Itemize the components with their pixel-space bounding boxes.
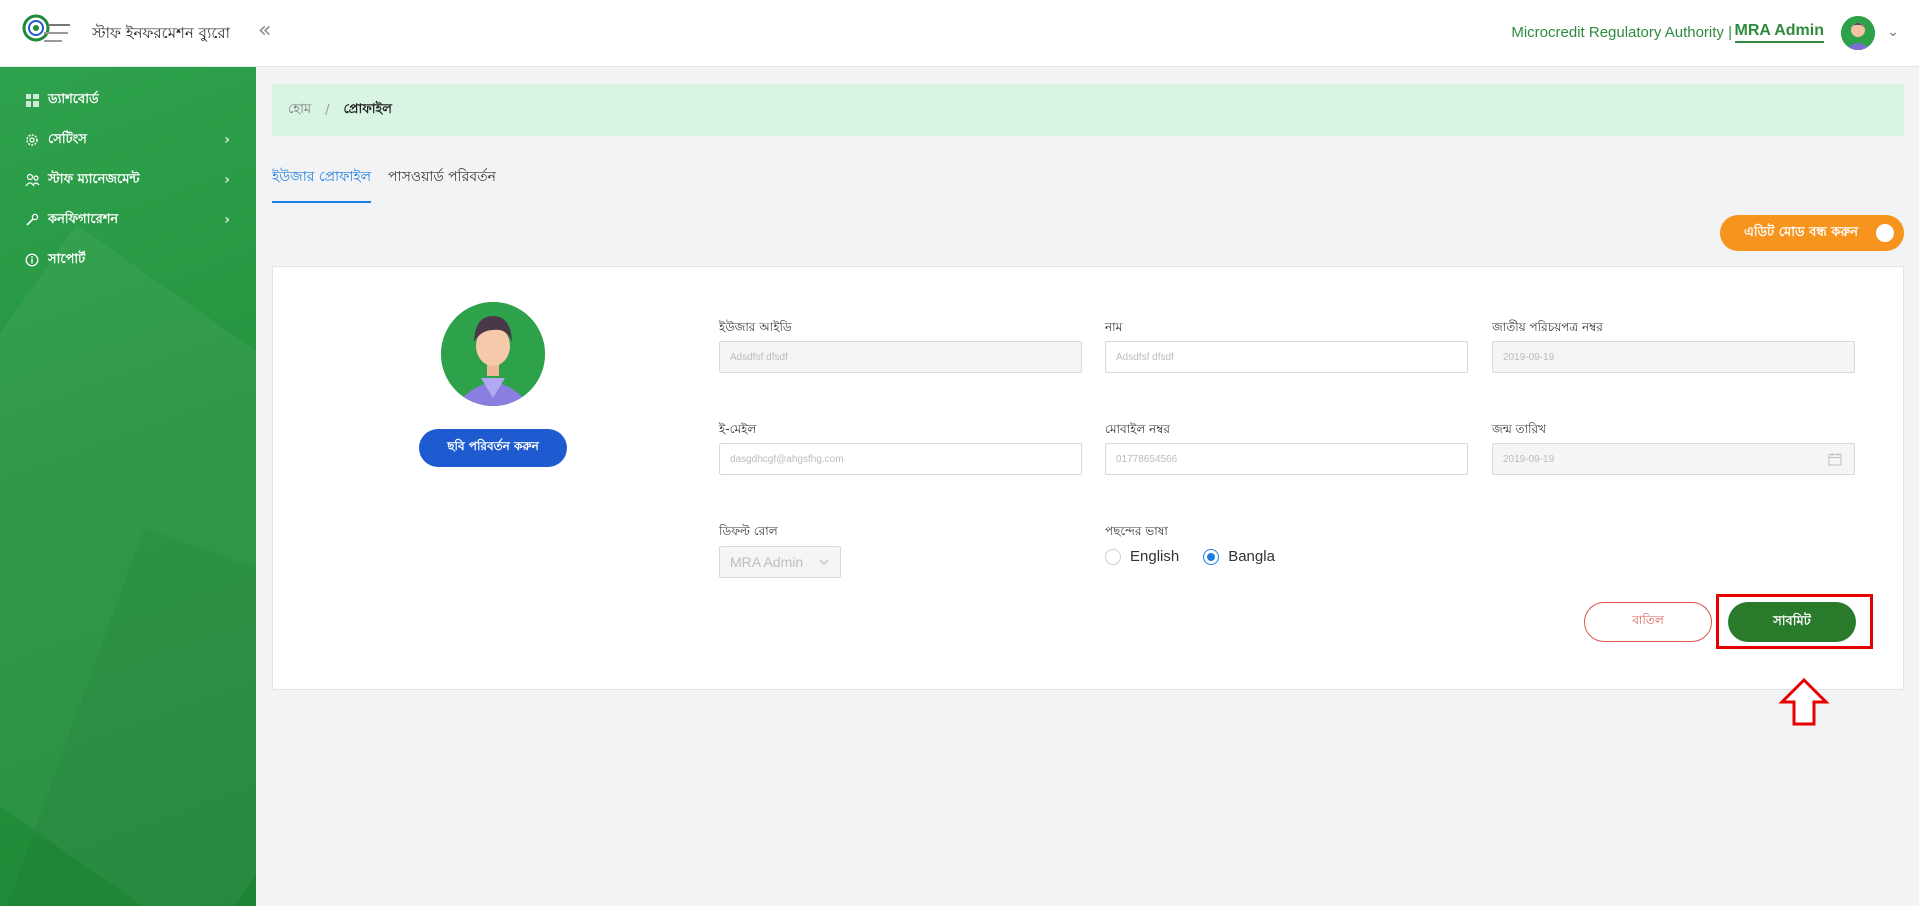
tab-change-password[interactable]: পাসওয়ার্ড পরিবর্তন: [388, 165, 496, 201]
profile-avatar: [441, 302, 545, 406]
mobile-field[interactable]: 01778654566: [1105, 443, 1468, 475]
tab-user-profile[interactable]: ইউজার প্রোফাইল: [272, 165, 372, 203]
nid-label: জাতীয় পরিচয়পত্র নম্বর: [1492, 320, 1603, 334]
submit-button[interactable]: সাবমিট: [1728, 602, 1856, 642]
top-header: স্টাফ ইনফরমেশন ব্যুরো « Microcredit Regu…: [0, 0, 1919, 67]
sidebar-item-label: কনফিগারেশন: [48, 211, 119, 227]
sidebar-item-dashboard[interactable]: ড্যাশবোর্ড: [0, 80, 256, 120]
calendar-icon: [1828, 452, 1842, 469]
name-label: নাম: [1105, 320, 1123, 334]
wrench-icon: [24, 212, 40, 228]
radio-checked: [1203, 548, 1220, 565]
email-field[interactable]: dasgdhcgf@ahgsfhg.com: [719, 443, 1082, 475]
email-value: dasgdhcgf@ahgsfhg.com: [730, 453, 844, 465]
breadcrumb: হোম / প্রোফাইল: [272, 84, 1904, 136]
language-option-english[interactable]: English: [1105, 548, 1179, 565]
mobile-value: 01778654566: [1116, 453, 1178, 465]
user-name-link[interactable]: MRA Admin: [1734, 22, 1824, 43]
avatar[interactable]: [1841, 16, 1875, 50]
sidebar-item-settings[interactable]: সেটিংস ›: [0, 120, 256, 160]
dashboard-icon: [24, 92, 40, 108]
profile-card: ছবি পরিবর্তন করুন ইউজার আইডি Adsdfsf dfs…: [272, 266, 1904, 690]
radio-unchecked: [1105, 548, 1121, 565]
sidebar-item-staff-management[interactable]: স্টাফ ম্যানেজমেন্ট ›: [0, 160, 256, 200]
chevron-right-icon: ›: [224, 132, 230, 148]
sidebar-item-label: স্টাফ ম্যানেজমেন্ট: [48, 171, 140, 187]
chevron-right-icon: ›: [224, 172, 230, 188]
language-option-bangla[interactable]: Bangla: [1203, 548, 1275, 565]
chevron-right-icon: ›: [224, 212, 230, 228]
name-field[interactable]: Adsdfsf dfsdf: [1105, 341, 1468, 373]
sidebar-item-label: ড্যাশবোর্ড: [48, 91, 99, 107]
sidebar-item-configuration[interactable]: কনফিগারেশন ›: [0, 200, 256, 240]
default-role-value: MRA Admin: [730, 554, 804, 570]
nid-value: 2019-09-19: [1503, 351, 1555, 363]
dob-value: 2019-09-19: [1503, 453, 1555, 465]
double-chevron-left-icon[interactable]: «: [258, 18, 271, 43]
mobile-label: মোবাইল নম্বর: [1105, 422, 1171, 436]
user-id-value: Adsdfsf dfsdf: [730, 351, 788, 363]
cancel-button[interactable]: বাতিল: [1584, 602, 1712, 642]
default-role-label: ডিফল্ট রোল: [719, 524, 778, 538]
change-photo-button[interactable]: ছবি পরিবর্তন করুন: [419, 429, 567, 467]
sidebar-item-label: সাপোর্ট: [48, 251, 86, 267]
organization-name: Microcredit Regulatory Authority |: [1511, 24, 1732, 41]
name-value: Adsdfsf dfsdf: [1116, 351, 1174, 363]
email-label: ই-মেইল: [719, 422, 757, 436]
info-icon: [24, 252, 40, 268]
user-id-field: Adsdfsf dfsdf: [719, 341, 1082, 373]
sidebar: ড্যাশবোর্ড সেটিংস › স্টাফ ম্যানেজমেন্ট ›…: [0, 67, 256, 906]
toggle-knob: [1876, 224, 1894, 242]
up-arrow-icon: [1778, 677, 1830, 726]
language-radio-group: English Bangla: [1105, 548, 1299, 565]
user-id-label: ইউজার আইডি: [719, 320, 792, 334]
sidebar-item-label: সেটিংস: [48, 131, 87, 147]
chevron-down-icon[interactable]: ⌄: [1887, 24, 1899, 40]
default-role-select: MRA Admin: [719, 546, 841, 578]
dob-label: জন্ম তারিখ: [1492, 422, 1547, 436]
staff-icon: [24, 172, 40, 188]
radio-label: Bangla: [1228, 548, 1275, 565]
mra-logo: [22, 14, 72, 50]
app-title: স্টাফ ইনফরমেশন ব্যুরো: [92, 24, 230, 42]
nid-field: 2019-09-19: [1492, 341, 1855, 373]
breadcrumb-home[interactable]: হোম: [288, 100, 311, 121]
language-label: পছন্দের ভাষা: [1105, 524, 1168, 538]
edit-mode-toggle[interactable]: এডিট মোড বন্ধ করুন: [1720, 215, 1904, 251]
sidebar-item-support[interactable]: সাপোর্ট: [0, 240, 256, 280]
gear-icon: [24, 132, 40, 148]
dob-field: 2019-09-19: [1492, 443, 1855, 475]
chevron-down-icon: [818, 555, 830, 571]
breadcrumb-current: প্রোফাইল: [343, 101, 392, 117]
breadcrumb-separator: /: [325, 102, 330, 118]
edit-mode-label: এডিট মোড বন্ধ করুন: [1744, 224, 1859, 240]
radio-label: English: [1130, 548, 1180, 565]
